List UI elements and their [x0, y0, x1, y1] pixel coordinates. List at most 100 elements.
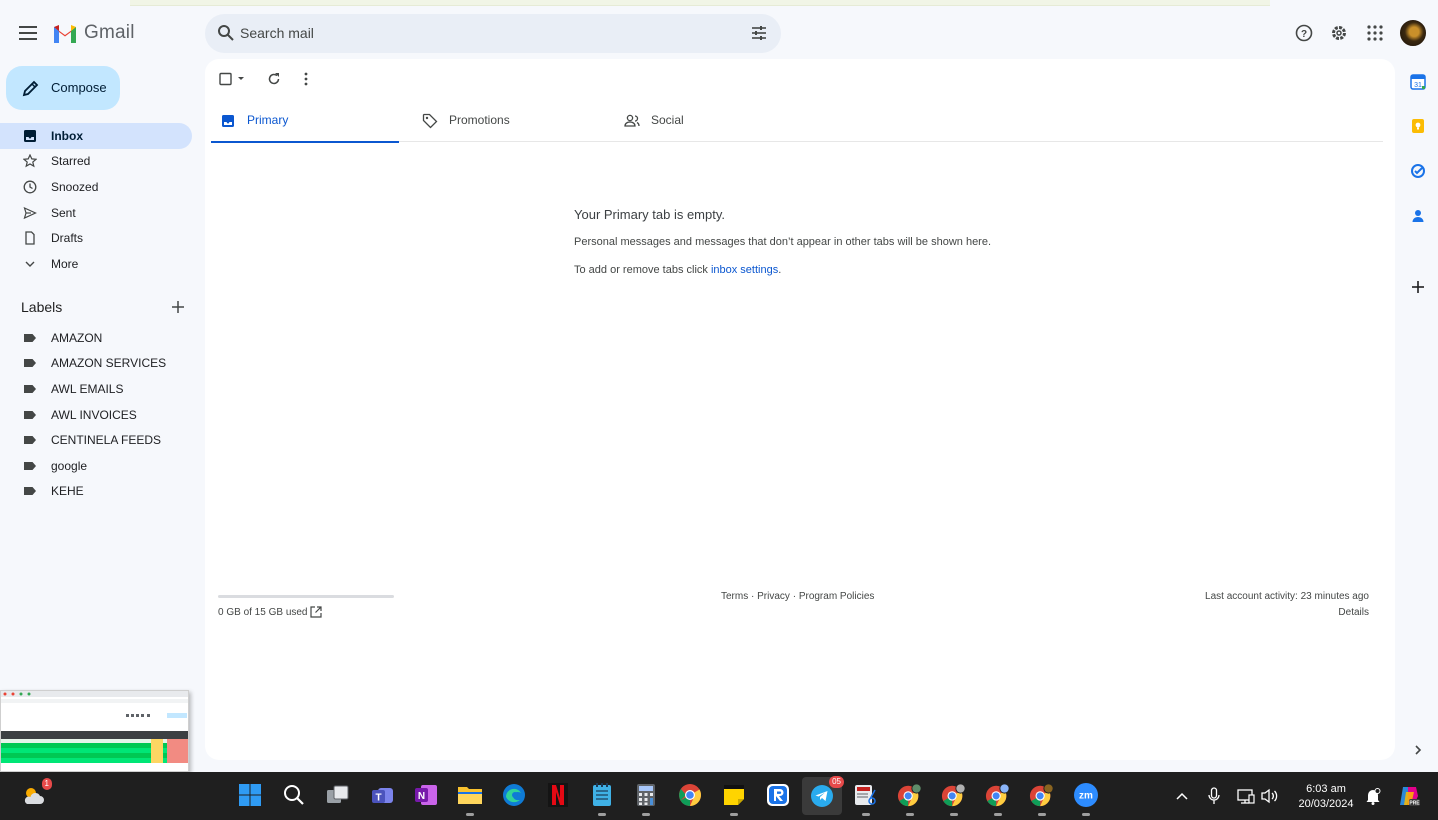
taskbar-chrome-profile-1[interactable] — [897, 782, 923, 816]
zoom-icon: zm — [1074, 783, 1098, 807]
taskbar-start[interactable] — [237, 782, 263, 808]
show-hidden-icons-button[interactable] — [1172, 786, 1192, 806]
google-apps-button[interactable] — [1364, 22, 1386, 44]
taskbar-teams[interactable]: T — [369, 782, 395, 808]
category-tabs: Primary Promotions Social — [211, 100, 1383, 143]
label-item-centinela-feeds[interactable]: CENTINELA FEEDS — [0, 427, 192, 453]
taskbar-chrome-profile-3[interactable] — [985, 782, 1011, 816]
star-icon — [22, 153, 38, 169]
external-link-icon — [310, 606, 322, 618]
taskbar-search[interactable] — [281, 782, 307, 808]
main-menu-button[interactable] — [16, 21, 40, 45]
taskbar-telegram[interactable]: 05 — [802, 776, 844, 815]
nav-item-drafts[interactable]: Drafts — [0, 225, 192, 251]
create-label-button[interactable] — [169, 298, 187, 316]
program-policies-link[interactable]: Program Policies — [799, 591, 875, 602]
volume-button[interactable] — [1260, 786, 1280, 806]
taskbar-notepad[interactable] — [589, 782, 615, 816]
taskbar-sticky-notes[interactable] — [721, 782, 747, 816]
nav-item-label: Starred — [51, 154, 91, 168]
inbox-settings-link[interactable]: inbox settings — [711, 264, 778, 276]
network-icon — [1237, 789, 1255, 804]
chrome-profile-icon — [897, 783, 922, 807]
search-icon[interactable] — [217, 24, 235, 42]
label-item-awl-emails[interactable]: AWL EMAILS — [0, 376, 192, 402]
taskbar-weather[interactable]: 1 — [20, 778, 52, 808]
nav-item-label: Sent — [51, 206, 76, 220]
tab-promotions[interactable]: Promotions — [413, 100, 601, 142]
refresh-icon — [268, 73, 280, 85]
inbox-icon — [22, 128, 38, 144]
label-item-kehe[interactable]: KEHE — [0, 478, 192, 504]
terms-link[interactable]: Terms — [721, 591, 748, 602]
label-tag-icon — [22, 483, 38, 499]
help-button[interactable]: ? — [1293, 22, 1315, 44]
label-item-text: KEHE — [51, 484, 84, 498]
tab-social[interactable]: Social — [615, 100, 803, 142]
tasks-addon[interactable] — [1408, 161, 1428, 181]
clock-time: 6:03 am — [1306, 783, 1346, 795]
hide-side-panel-button[interactable] — [1408, 740, 1428, 760]
taskbar-chrome-profile-4[interactable] — [1029, 782, 1055, 816]
taskbar-edge[interactable] — [501, 782, 527, 808]
taskbar-snipping-tool[interactable] — [853, 782, 879, 816]
microphone-button[interactable] — [1204, 786, 1224, 806]
get-addons-button[interactable] — [1408, 277, 1428, 297]
network-button[interactable] — [1236, 786, 1256, 806]
nav-item-sent[interactable]: Sent — [0, 200, 192, 226]
gmail-logo[interactable]: Gmail — [52, 22, 135, 44]
taskbar-zoom[interactable]: zm — [1073, 782, 1099, 816]
taskbar-chrome-profile-2[interactable] — [941, 782, 967, 816]
label-item-text: AMAZON SERVICES — [51, 356, 167, 370]
gmail-logo-text: Gmail — [84, 22, 135, 43]
folder-icon — [458, 787, 482, 804]
taskbar-task-view[interactable] — [325, 782, 351, 808]
label-item-google[interactable]: google — [0, 453, 192, 479]
footer-separator: · — [748, 591, 758, 602]
nav-item-inbox[interactable]: Inbox — [0, 123, 192, 149]
manage-storage-button[interactable] — [310, 605, 324, 619]
keep-addon[interactable] — [1408, 116, 1428, 136]
more-vert-icon — [304, 72, 308, 86]
label-tag-icon — [22, 407, 38, 423]
contacts-addon[interactable] — [1408, 206, 1428, 226]
label-item-amazon-services[interactable]: AMAZON SERVICES — [0, 350, 192, 376]
search-input[interactable] — [240, 22, 740, 44]
more-actions-button[interactable] — [297, 70, 315, 88]
weather-badge: 1 — [41, 778, 52, 790]
compose-label: Compose — [51, 80, 107, 95]
taskbar-calculator[interactable] — [633, 782, 659, 816]
compose-button[interactable]: Compose — [6, 66, 120, 110]
nav-item-more[interactable]: More — [0, 251, 192, 277]
chevron-down-icon — [22, 256, 38, 272]
gmail-m-icon — [54, 25, 76, 43]
nav-item-snoozed[interactable]: Snoozed — [0, 174, 192, 200]
taskbar-netflix[interactable] — [545, 782, 571, 808]
refresh-button[interactable] — [265, 70, 283, 88]
search-bar[interactable] — [205, 14, 781, 53]
taskbar-chrome[interactable] — [677, 782, 703, 808]
select-all-checkbox[interactable] — [218, 70, 248, 88]
label-item-awl-invoices[interactable]: AWL INVOICES — [0, 402, 192, 428]
taskbar-clock[interactable]: 6:03 am 20/03/2024 — [1288, 782, 1364, 812]
settings-button[interactable] — [1328, 22, 1350, 44]
label-item-amazon[interactable]: AMAZON — [0, 325, 192, 351]
taskbar-remote-app[interactable] — [765, 782, 791, 808]
inbox-tray-icon — [219, 112, 237, 130]
account-avatar[interactable] — [1400, 20, 1426, 46]
nav-item-starred[interactable]: Starred — [0, 148, 192, 174]
tab-primary[interactable]: Primary — [211, 100, 399, 143]
task-view-icon — [327, 785, 349, 803]
calendar-addon[interactable]: 31 — [1408, 72, 1428, 92]
storage-usage-bar — [218, 595, 394, 598]
search-options-icon[interactable] — [751, 25, 767, 41]
taskbar-file-explorer[interactable] — [457, 782, 483, 816]
taskbar-onenote[interactable]: N — [413, 782, 439, 808]
gear-icon — [1332, 26, 1346, 40]
window-preview-thumbnail[interactable] — [0, 690, 189, 772]
label-item-text: AMAZON — [51, 331, 103, 345]
privacy-link[interactable]: Privacy — [757, 591, 790, 602]
details-link[interactable]: Details — [1338, 607, 1369, 618]
copilot-button[interactable]: PRE — [1397, 784, 1421, 808]
notifications-button[interactable] — [1363, 786, 1383, 806]
